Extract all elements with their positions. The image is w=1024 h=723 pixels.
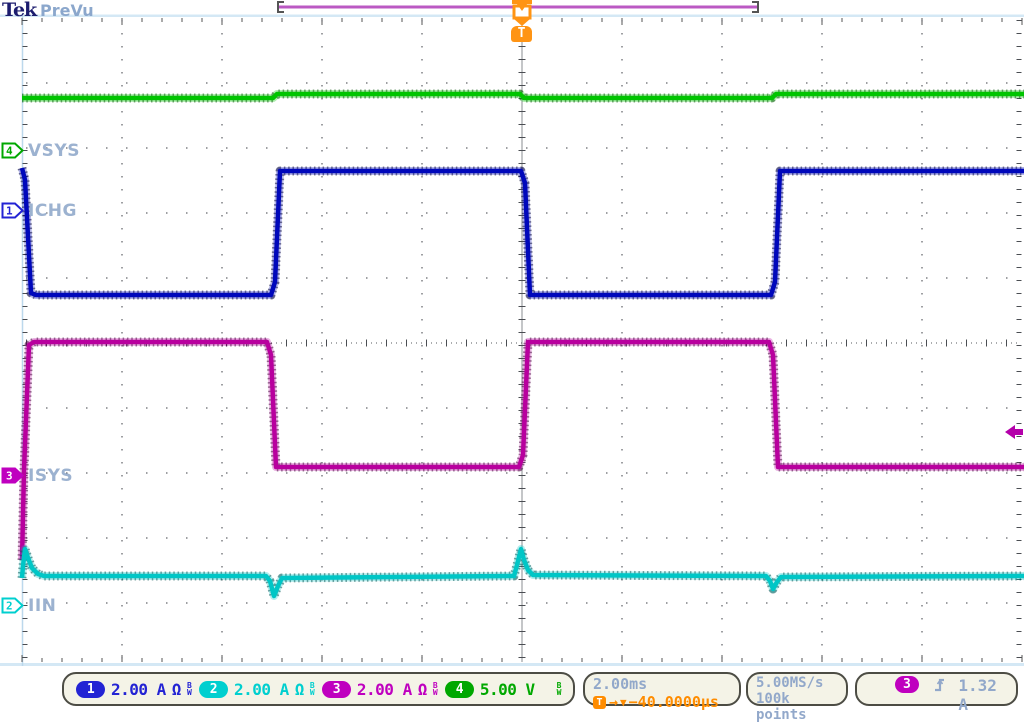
ch2-coupling-icon: Ω [295, 680, 304, 699]
ch2-badge: 2 [199, 681, 228, 698]
acquisition-mode-label: PreVu [40, 1, 94, 20]
record-length: 100k points [756, 691, 838, 723]
ch1-bandwidth-icon: BW [187, 682, 191, 696]
waveform-display [0, 0, 1024, 715]
sample-rate: 5.00MS/s [756, 675, 838, 691]
ch4-settings[interactable]: 4 5.00 V BW [445, 680, 561, 699]
ch3-scale: 2.00 A [357, 680, 412, 699]
channel-3-name: ISYS [28, 466, 73, 486]
rising-edge-icon [933, 676, 945, 693]
channel-settings-readout[interactable]: 1 2.00 A Ω BW 2 2.00 A Ω BW 3 2.00 A Ω B… [62, 672, 575, 706]
channel-1-marker[interactable]: 1 [1, 202, 25, 219]
ch4-scale: 5.00 V [480, 680, 535, 699]
ch3-coupling-icon: Ω [418, 680, 427, 699]
trigger-t-icon: T [593, 696, 606, 709]
ch2-settings[interactable]: 2 2.00 A Ω BW [199, 680, 314, 699]
ch1-coupling-icon: Ω [172, 680, 181, 699]
timebase-readout[interactable]: 2.00ms T→▼−40.0000µs [583, 672, 741, 706]
acquisition-readout[interactable]: 5.00MS/s 100k points [746, 672, 848, 706]
channel-1-name: ICHG [28, 201, 77, 221]
arrow-right-icon: → [609, 693, 618, 711]
ch3-badge: 3 [322, 681, 351, 698]
svg-text:3: 3 [6, 470, 13, 483]
ch4-bandwidth-icon: BW [557, 682, 561, 696]
trigger-readout[interactable]: 3 1.32 A [855, 672, 1018, 706]
channel-3-marker[interactable]: 3 [1, 467, 25, 484]
svg-text:2: 2 [6, 600, 13, 613]
ch1-scale: 2.00 A [111, 680, 166, 699]
channel-4-name: VSYS [28, 141, 80, 161]
svg-text:1: 1 [6, 205, 13, 218]
ch3-settings[interactable]: 3 2.00 A Ω BW [322, 680, 437, 699]
trigger-position-readout: T→▼−40.0000µs [593, 693, 731, 711]
channel-2-marker[interactable]: 2 [1, 597, 25, 614]
ch1-settings[interactable]: 1 2.00 A Ω BW [76, 680, 191, 699]
triangle-down-icon: ▼ [620, 696, 627, 709]
channel-4-marker[interactable]: 4 [1, 142, 25, 159]
ch2-scale: 2.00 A [234, 680, 289, 699]
svg-text:4: 4 [6, 145, 13, 158]
timebase-scale: 2.00ms [593, 675, 731, 693]
ch3-bandwidth-icon: BW [433, 682, 437, 696]
ch2-bandwidth-icon: BW [310, 682, 314, 696]
trigger-position-badge[interactable]: T [511, 26, 532, 42]
ch1-badge: 1 [76, 681, 105, 698]
channel-2-name: IIN [28, 596, 56, 616]
trigger-position-value: −40.0000µs [629, 693, 719, 711]
trigger-level-value: 1.32 A [958, 676, 1006, 714]
tek-logo: Tek [2, 0, 36, 21]
ch4-badge: 4 [445, 681, 474, 698]
trigger-source-badge: 3 [895, 676, 919, 693]
